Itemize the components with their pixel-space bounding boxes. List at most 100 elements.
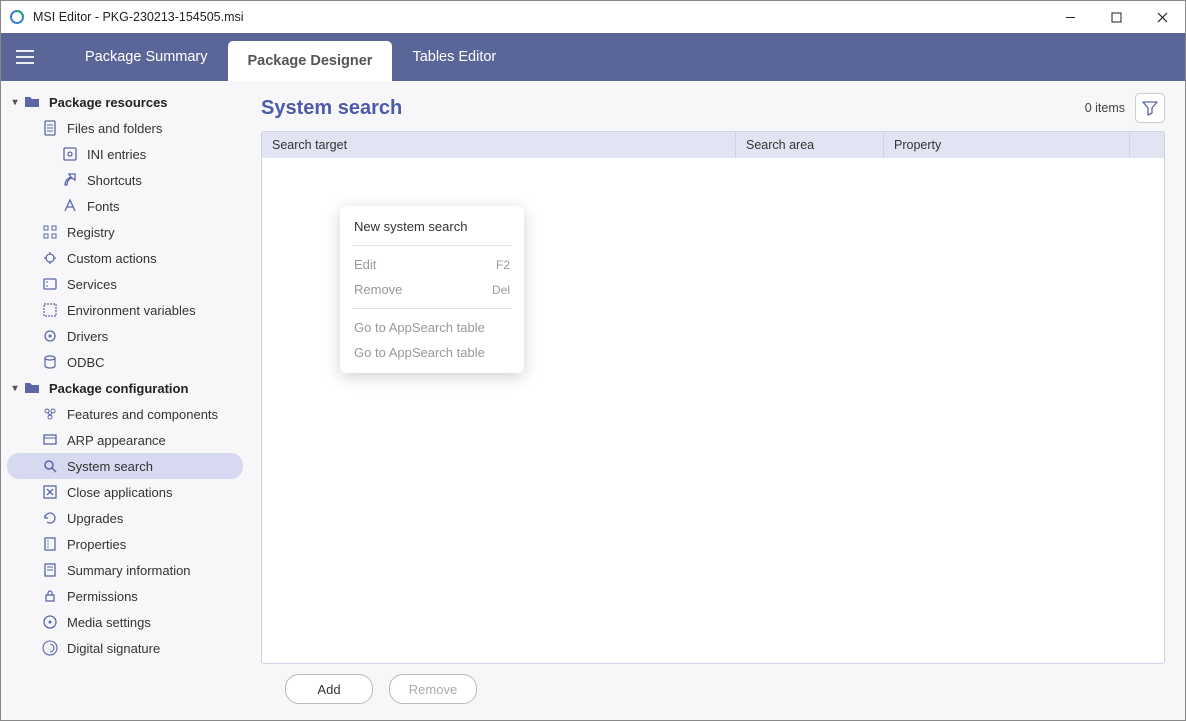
menu-item-edit: Edit F2: [340, 252, 524, 277]
sidebar-item-files-and-folders[interactable]: Files and folders: [7, 115, 243, 141]
main-panel: System search 0 items Search targetSearc…: [249, 81, 1185, 720]
sidebar-item-label: Close applications: [67, 485, 173, 500]
window-title: MSI Editor - PKG-230213-154505.msi: [33, 10, 1047, 24]
properties-icon: [41, 535, 59, 553]
sidebar: ▾Package resources Files and folders INI e…: [1, 81, 249, 720]
features-icon: [41, 405, 59, 423]
sidebar-item-label: ODBC: [67, 355, 105, 370]
ini-icon: [61, 145, 79, 163]
sidebar-item-label: Registry: [67, 225, 115, 240]
sidebar-item-media-settings[interactable]: Media settings: [7, 609, 243, 635]
sidebar-item-label: Environment variables: [67, 303, 196, 318]
tab-package-summary[interactable]: Package Summary: [65, 33, 228, 81]
sidebar-item-label: Digital signature: [67, 641, 160, 656]
registry-icon: [41, 223, 59, 241]
action-icon: [41, 249, 59, 267]
sidebar-item-system-search[interactable]: System search: [7, 453, 243, 479]
folder-icon: [23, 379, 41, 397]
close-icon: [41, 483, 59, 501]
sidebar-item-label: Properties: [67, 537, 126, 552]
arp-icon: [41, 431, 59, 449]
menu-item-go-to-appsearch-table: Go to AppSearch table: [340, 340, 524, 365]
file-icon: [41, 119, 59, 137]
menu-item-shortcut: Del: [492, 283, 510, 297]
maximize-button[interactable]: [1093, 1, 1139, 33]
tab-tables-editor[interactable]: Tables Editor: [392, 33, 516, 81]
filter-button[interactable]: [1135, 93, 1165, 123]
column-header[interactable]: Search target: [262, 132, 736, 158]
upgrades-icon: [41, 509, 59, 527]
tree-group-package-configuration[interactable]: ▾ Package configuration: [7, 375, 243, 401]
page-title: System search: [261, 97, 1085, 120]
sidebar-item-label: Summary information: [67, 563, 191, 578]
drivers-icon: [41, 327, 59, 345]
sidebar-item-label: Features and components: [67, 407, 218, 422]
column-header[interactable]: Property: [884, 132, 1130, 158]
sidebar-item-label: INI entries: [87, 147, 146, 162]
context-menu: New system searchEditF2RemoveDelGo to Ap…: [340, 206, 524, 373]
tab-package-designer[interactable]: Package Designer: [228, 41, 393, 81]
table-body[interactable]: New system searchEditF2RemoveDelGo to Ap…: [262, 158, 1164, 663]
sidebar-item-label: Shortcuts: [87, 173, 142, 188]
search-icon: [41, 457, 59, 475]
column-header[interactable]: Search area: [736, 132, 884, 158]
menu-item-label: Edit: [354, 257, 376, 272]
menu-separator: [352, 245, 512, 246]
add-button[interactable]: Add: [285, 674, 373, 704]
sidebar-item-label: Drivers: [67, 329, 108, 344]
sidebar-item-upgrades[interactable]: Upgrades: [7, 505, 243, 531]
menu-button[interactable]: [1, 33, 49, 81]
sidebar-item-registry[interactable]: Registry: [7, 219, 243, 245]
titlebar: MSI Editor - PKG-230213-154505.msi: [1, 1, 1185, 33]
sidebar-item-features-and-components[interactable]: Features and components: [7, 401, 243, 427]
menu-item-label: Go to AppSearch table: [354, 320, 485, 335]
sidebar-item-ini-entries[interactable]: INI entries: [7, 141, 243, 167]
sidebar-item-odbc[interactable]: ODBC: [7, 349, 243, 375]
close-button[interactable]: [1139, 1, 1185, 33]
sidebar-item-label: Services: [67, 277, 117, 292]
menu-item-go-to-appsearch-table: Go to AppSearch table: [340, 315, 524, 340]
sidebar-item-summary-information[interactable]: Summary information: [7, 557, 243, 583]
sidebar-item-fonts[interactable]: Fonts: [7, 193, 243, 219]
sidebar-item-label: Media settings: [67, 615, 151, 630]
permissions-icon: [41, 587, 59, 605]
sidebar-item-label: Permissions: [67, 589, 138, 604]
menu-separator: [352, 308, 512, 309]
env-icon: [41, 301, 59, 319]
sidebar-item-services[interactable]: Services: [7, 271, 243, 297]
signature-icon: [41, 639, 59, 657]
sidebar-item-digital-signature[interactable]: Digital signature: [7, 635, 243, 661]
chevron-down-icon: ▾: [7, 383, 23, 394]
sidebar-item-shortcuts[interactable]: Shortcuts: [7, 167, 243, 193]
menu-item-label: New system search: [354, 219, 467, 234]
sidebar-item-arp-appearance[interactable]: ARP appearance: [7, 427, 243, 453]
sidebar-item-close-applications[interactable]: Close applications: [7, 479, 243, 505]
sidebar-item-environment-variables[interactable]: Environment variables: [7, 297, 243, 323]
ribbon: Package SummaryPackage DesignerTables Ed…: [1, 33, 1185, 81]
sidebar-item-label: Fonts: [87, 199, 120, 214]
font-icon: [61, 197, 79, 215]
menu-item-label: Go to AppSearch table: [354, 345, 485, 360]
results-table: Search targetSearch areaProperty New sys…: [261, 131, 1165, 664]
menu-item-new-system-search[interactable]: New system search: [340, 214, 524, 239]
app-icon: [9, 9, 25, 25]
media-icon: [41, 613, 59, 631]
sidebar-item-permissions[interactable]: Permissions: [7, 583, 243, 609]
sidebar-item-custom-actions[interactable]: Custom actions: [7, 245, 243, 271]
sidebar-item-label: Custom actions: [67, 251, 157, 266]
tree-group-package-resources[interactable]: ▾Package resources: [7, 89, 243, 115]
sidebar-item-drivers[interactable]: Drivers: [7, 323, 243, 349]
sidebar-item-label: Upgrades: [67, 511, 123, 526]
sidebar-item-label: Files and folders: [67, 121, 162, 136]
tree-group-label: Package configuration: [49, 381, 188, 396]
chevron-down-icon: ▾: [7, 97, 23, 108]
sidebar-item-label: System search: [67, 459, 153, 474]
sidebar-item-properties[interactable]: Properties: [7, 531, 243, 557]
item-count: 0 items: [1085, 101, 1125, 115]
remove-button: Remove: [389, 674, 477, 704]
odbc-icon: [41, 353, 59, 371]
menu-item-shortcut: F2: [496, 258, 510, 272]
minimize-button[interactable]: [1047, 1, 1093, 33]
services-icon: [41, 275, 59, 293]
column-header[interactable]: [1130, 132, 1154, 158]
